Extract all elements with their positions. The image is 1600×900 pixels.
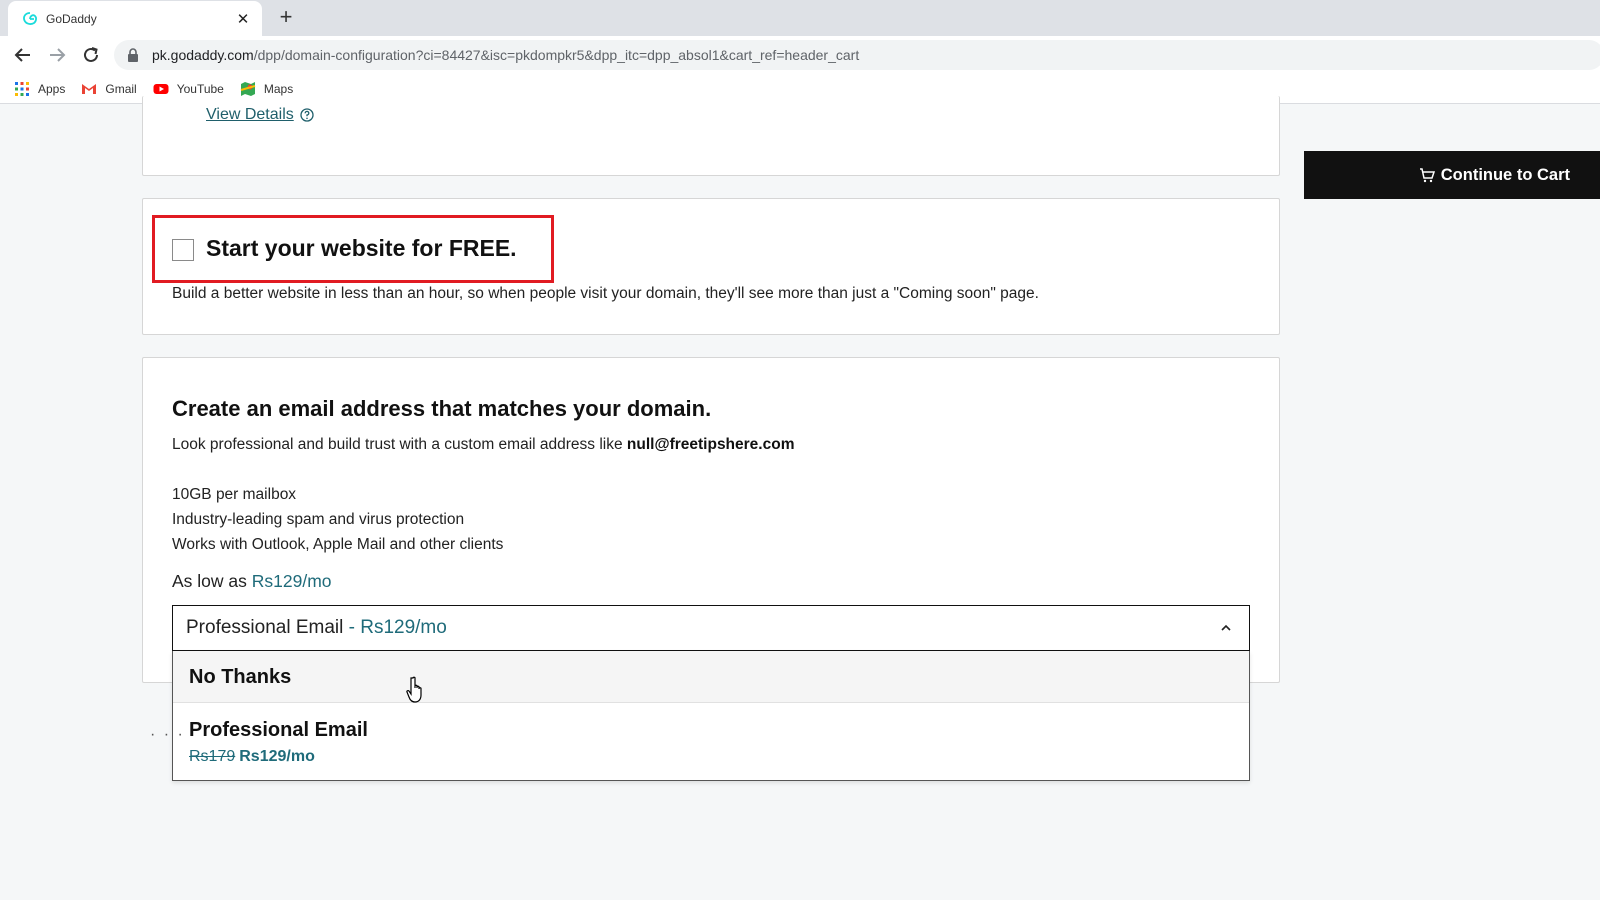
option-no-thanks-label: No Thanks [189,666,292,688]
back-button[interactable] [10,42,36,68]
forward-button[interactable] [44,42,70,68]
option-no-thanks[interactable]: No Thanks [173,651,1249,703]
free-website-checkbox[interactable] [172,239,194,261]
tab-close-icon[interactable]: ✕ [234,10,252,28]
email-offer-title: Create an email address that matches you… [172,396,712,421]
example-email: null@freetipshere.com [626,436,795,453]
bookmark-gmail[interactable]: Gmail [81,81,137,97]
gmail-icon [82,83,97,94]
bookmark-label: Maps [263,81,294,96]
option-pro-price: Rs179 Rs129/mo [189,748,315,766]
continue-to-cart-label: Continue to Cart [1440,165,1570,184]
browser-tab[interactable]: GoDaddy ✕ [8,1,262,36]
email-desc-text: Look professional and build trust with a… [172,436,627,453]
domain-protection-card: View Details [142,96,1280,176]
cart-icon [1419,168,1435,183]
feature-item: Industry-leading spam and virus protecti… [172,511,465,528]
lock-icon [128,48,138,62]
price-value: Rs129/mo [251,571,332,591]
continue-to-cart-button[interactable]: Continue to Cart [1304,151,1600,199]
browser-tabstrip: GoDaddy ✕ + [0,0,1600,36]
maps-icon [240,81,256,96]
free-website-description: Build a better website in less than an h… [172,285,1039,302]
email-plan-select[interactable]: Professional Email - Rs129/mo [172,605,1250,651]
youtube-icon [153,83,169,94]
help-circle-icon[interactable] [300,108,314,122]
hand-cursor-icon [406,676,422,703]
forward-arrow-icon [50,48,66,62]
bookmark-label: Gmail [105,81,137,96]
godaddy-favicon-icon [23,11,37,25]
bookmark-maps[interactable]: Maps [240,81,293,97]
reload-button[interactable] [78,42,104,68]
bookmark-label: Apps [38,81,66,96]
email-offer-description: Look professional and build trust with a… [172,436,794,454]
feature-item: Works with Outlook, Apple Mail and other… [172,536,504,553]
tab-title: GoDaddy [46,11,97,26]
select-price: - Rs129/mo [343,617,447,638]
select-label: Professional Email [186,617,344,638]
bookmark-label: YouTube [176,81,224,96]
free-website-card: Start your website for FREE. Build a bet… [142,198,1280,335]
browser-toolbar: pk.godaddy.com/dpp/domain-configuration?… [0,36,1600,74]
option-professional-email[interactable]: Professional Email Rs179 Rs129/mo [173,704,1249,781]
new-price: Rs129/mo [239,748,315,765]
new-tab-button[interactable]: + [274,6,298,30]
email-plan-dropdown: No Thanks Professional Email Rs179 Rs129/… [172,651,1250,781]
view-details-label: View Details [206,106,294,123]
url-host: pk.godaddy.com [152,47,254,63]
select-current-value: Professional Email - Rs129/mo [186,617,1219,639]
option-pro-title: Professional Email [189,719,368,741]
view-details-link[interactable]: View Details [206,106,314,124]
apps-grid-icon [15,81,29,96]
bookmark-youtube[interactable]: YouTube [153,81,224,97]
url-path: /dpp/domain-configuration?ci=84427&isc=p… [253,47,860,63]
chevron-up-icon [1221,624,1231,631]
address-bar[interactable]: pk.godaddy.com/dpp/domain-configuration?… [114,40,1600,70]
feature-item: 10GB per mailbox [172,486,297,503]
reload-icon [84,47,98,62]
back-arrow-icon [14,48,30,62]
bookmark-apps[interactable]: Apps [14,81,65,97]
ellipsis-indicator: · · · [150,726,185,743]
price-prefix: As low as [172,571,252,591]
free-website-title[interactable]: Start your website for FREE. [206,235,517,262]
starting-price: As low as Rs129/mo [172,571,332,592]
old-price: Rs179 [189,748,236,765]
